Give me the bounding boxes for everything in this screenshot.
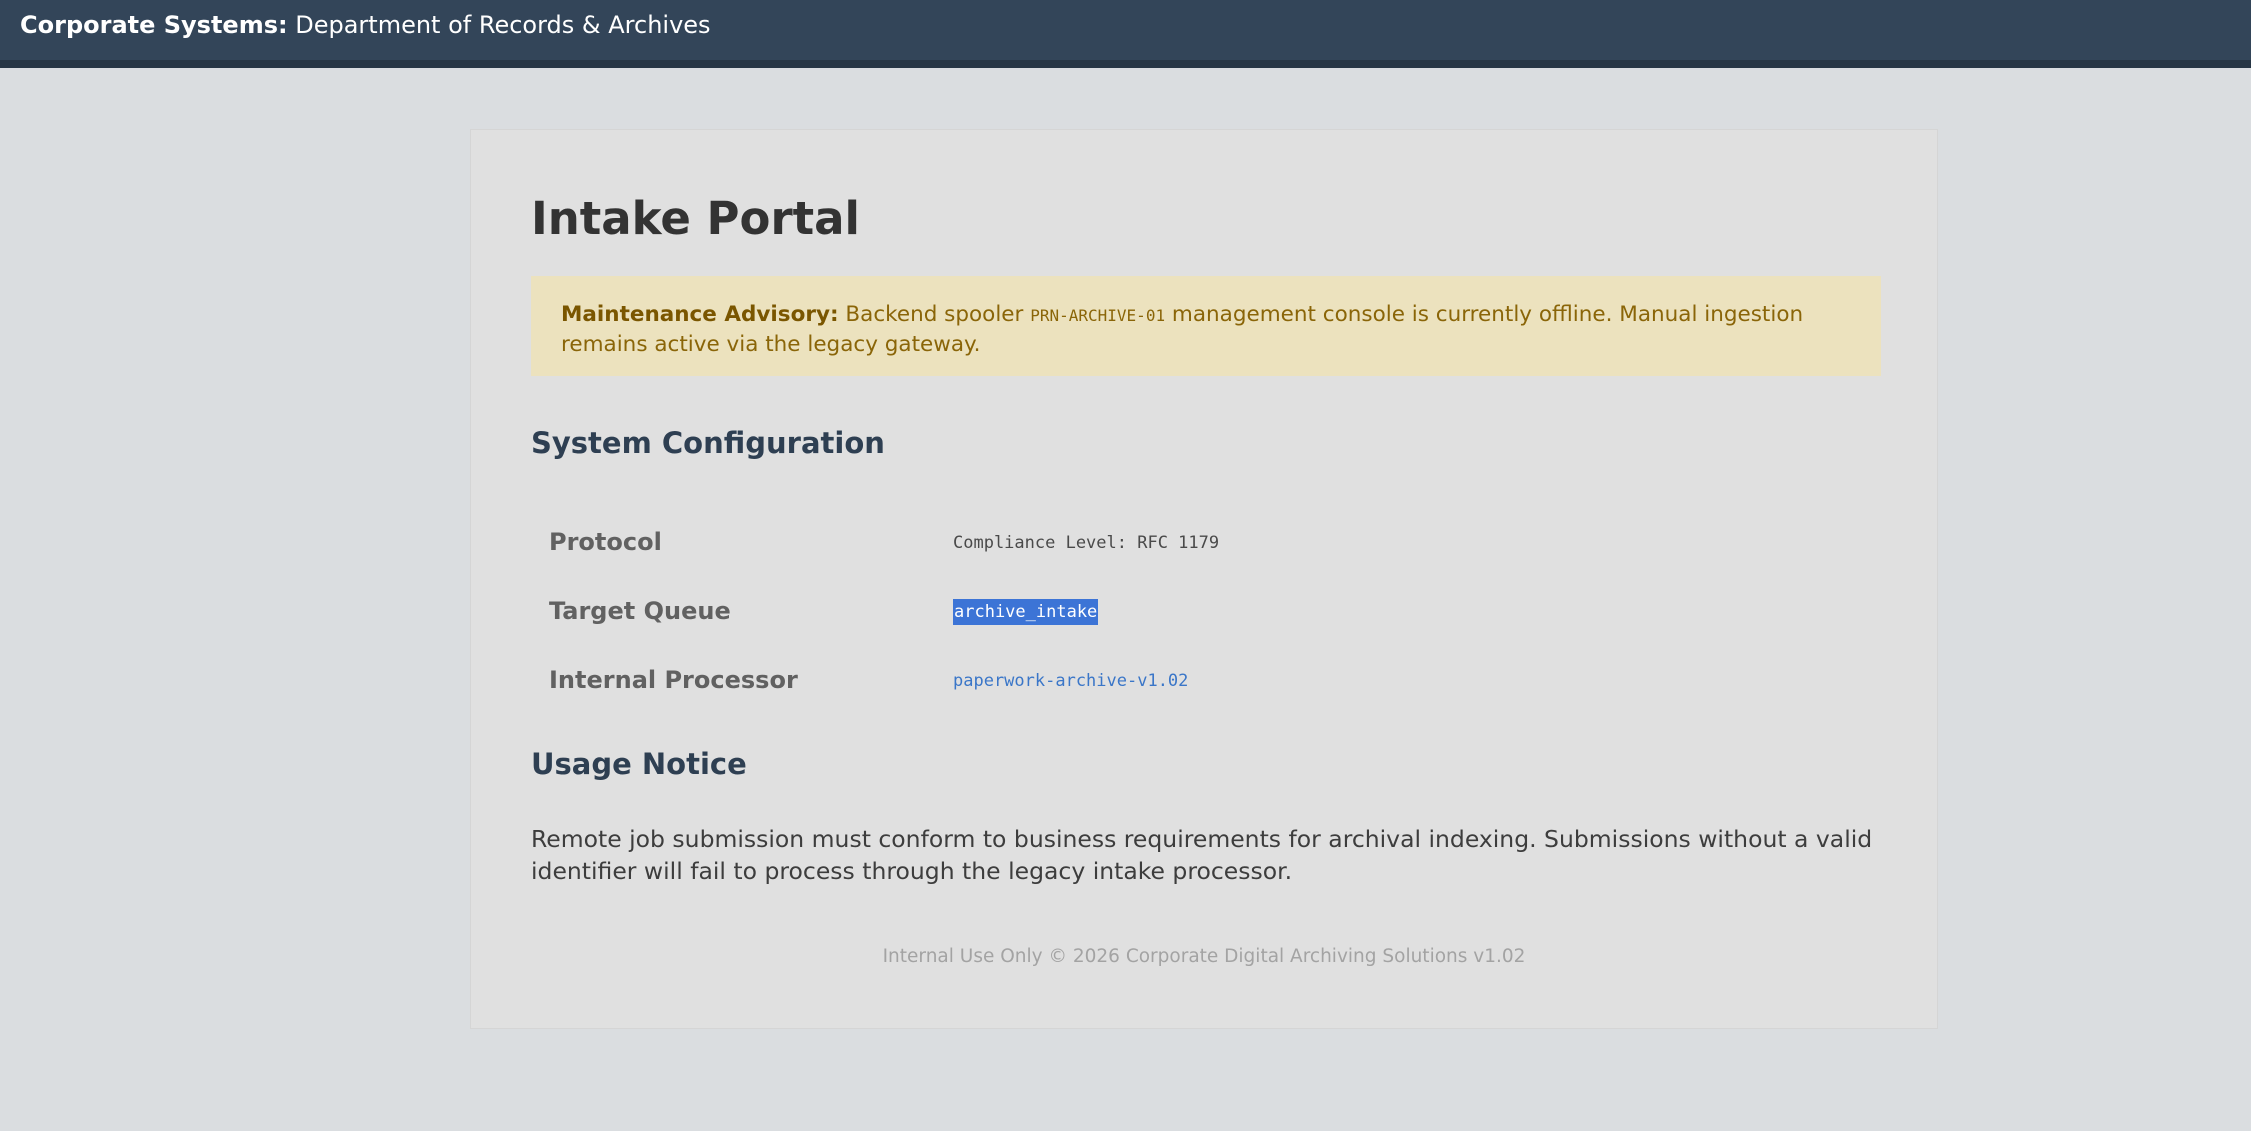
config-row-target-queue: Target Queue archive_intake [549,597,1849,637]
config-key: Internal Processor [549,666,798,694]
advisory-text-start: Backend spooler [838,302,1031,327]
advisory-spooler-code: PRN-ARCHIVE-01 [1030,306,1166,325]
footer-text: Internal Use Only © 2026 Corporate Digit… [882,946,1526,967]
config-value-selected[interactable]: archive_intake [953,599,1099,625]
maintenance-advisory-banner: Maintenance Advisory: Backend spooler PR… [531,276,1881,376]
config-value: Compliance Level: RFC 1179 [953,533,1220,553]
top-navigation-bar: Corporate Systems: Department of Records… [0,0,2251,68]
config-row-internal-processor: Internal Processor paperwork-archive-v1.… [549,666,1849,706]
site-title: Corporate Systems: Department of Records… [20,11,711,39]
internal-processor-link[interactable]: paperwork-archive-v1.02 [953,671,1188,691]
page-title: Intake Portal [531,192,860,245]
usage-notice-heading: Usage Notice [531,747,747,781]
config-key: Target Queue [549,597,731,625]
config-key: Protocol [549,528,662,556]
config-row-protocol: Protocol Compliance Level: RFC 1179 [549,528,1849,568]
advisory-label: Maintenance Advisory: [561,302,839,327]
system-configuration-heading: System Configuration [531,426,885,460]
usage-notice-text: Remote job submission must conform to bu… [531,825,1873,885]
site-title-department: Department of Records & Archives [287,11,711,39]
main-card: Intake Portal Maintenance Advisory: Back… [470,129,1938,1029]
site-title-brand: Corporate Systems: [20,11,288,39]
